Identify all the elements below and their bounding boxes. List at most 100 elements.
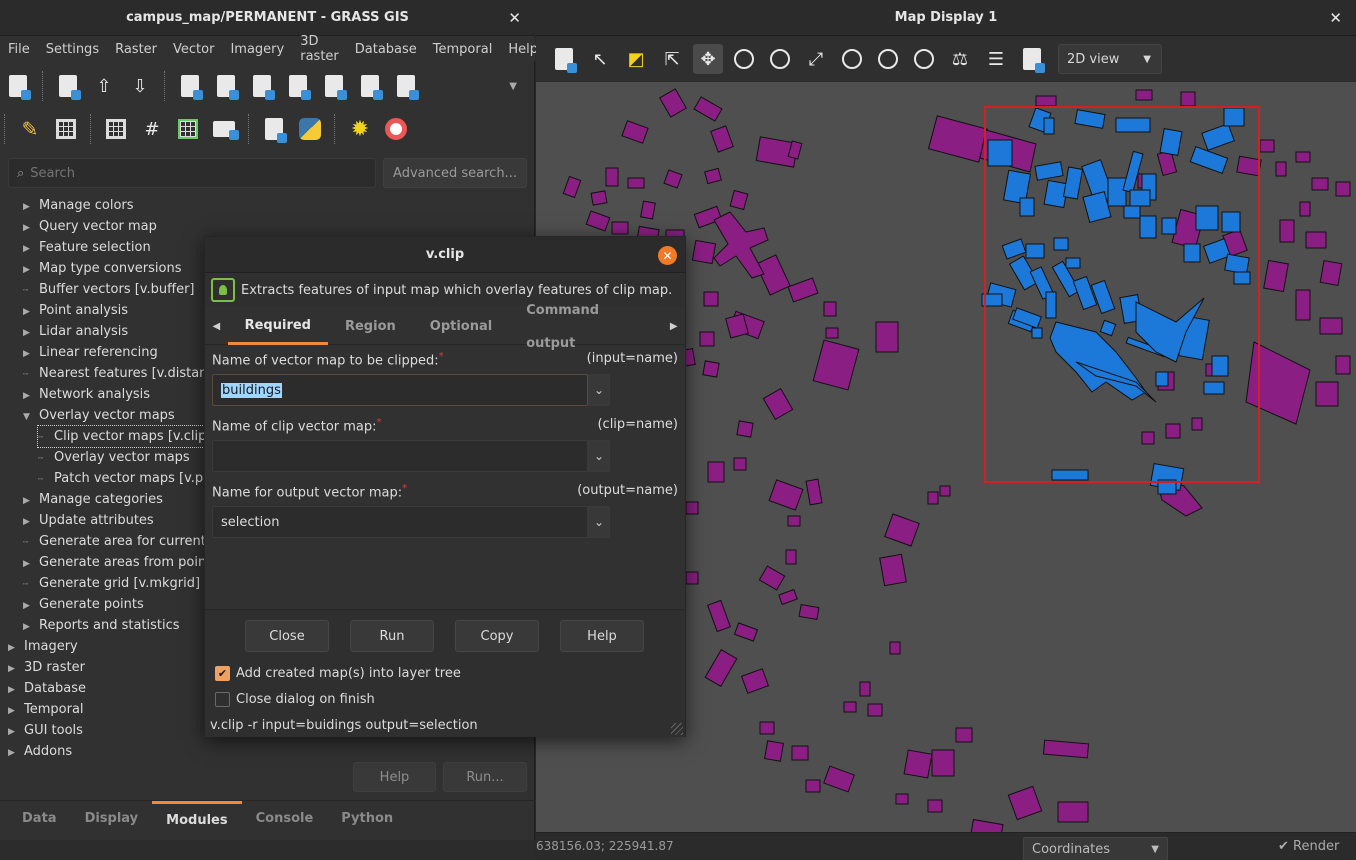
- collapsed-arrow-icon[interactable]: ▶: [23, 344, 35, 365]
- input-map-field[interactable]: buildings: [212, 374, 588, 406]
- collapsed-arrow-icon[interactable]: ▶: [8, 638, 20, 659]
- render-checkbox[interactable]: ✔ Render: [1278, 839, 1339, 854]
- tree-item[interactable]: ▶ Addons: [8, 741, 72, 762]
- tree-item[interactable]: ▶ Imagery: [8, 636, 78, 657]
- checkbox-checked[interactable]: ✔: [215, 666, 230, 681]
- collapsed-arrow-icon[interactable]: ▶: [23, 617, 35, 638]
- python-icon[interactable]: [295, 114, 325, 144]
- output-map-field[interactable]: selection: [212, 506, 588, 538]
- collapsed-arrow-icon[interactable]: ▶: [23, 323, 35, 344]
- collapsed-arrow-icon[interactable]: ▶: [8, 701, 20, 722]
- render-map-icon[interactable]: [549, 44, 579, 74]
- attribute-table-icon[interactable]: [51, 114, 81, 144]
- georectify-icon[interactable]: #: [137, 114, 167, 144]
- pointer-icon[interactable]: ↖: [585, 44, 615, 74]
- new-workspace-icon[interactable]: [53, 71, 83, 101]
- collapsed-arrow-icon[interactable]: ▶: [23, 197, 35, 218]
- collapsed-arrow-icon[interactable]: ▶: [23, 239, 35, 260]
- tab-python[interactable]: Python: [327, 801, 407, 840]
- chevron-down-icon[interactable]: ⌄: [588, 506, 610, 538]
- help-lifebuoy-icon[interactable]: [381, 114, 411, 144]
- menu-file[interactable]: File: [0, 42, 38, 57]
- chevron-down-icon[interactable]: ⌄: [588, 440, 610, 472]
- raster-calculator-icon[interactable]: [101, 114, 131, 144]
- add-layer-icon[interactable]: [175, 71, 205, 101]
- collapsed-arrow-icon[interactable]: ▶: [23, 554, 35, 575]
- remove-layer-icon[interactable]: [391, 71, 421, 101]
- zoom-back-icon[interactable]: [873, 44, 903, 74]
- zoom-out-icon[interactable]: [765, 44, 795, 74]
- collapsed-arrow-icon[interactable]: ▶: [23, 302, 35, 323]
- copy-button[interactable]: Copy: [455, 620, 539, 652]
- tree-item[interactable]: ┈ Buffer vectors [v.buffer]: [23, 279, 194, 300]
- collapsed-arrow-icon[interactable]: ▶: [23, 491, 35, 512]
- menu-imagery[interactable]: Imagery: [222, 42, 292, 57]
- query-icon[interactable]: ⇱: [657, 44, 687, 74]
- add-multiple-raster-icon[interactable]: [247, 71, 277, 101]
- save-workspace-icon[interactable]: ⇩: [125, 71, 155, 101]
- tree-item[interactable]: ▶ Temporal: [8, 699, 84, 720]
- collapsed-arrow-icon[interactable]: ▶: [8, 659, 20, 680]
- tree-item[interactable]: ▶ Network analysis: [23, 384, 150, 405]
- tree-item[interactable]: ▶ Generate areas from points: [23, 552, 218, 573]
- close-button[interactable]: Close: [245, 620, 329, 652]
- clip-map-field[interactable]: [212, 440, 588, 472]
- tree-item[interactable]: ┈ Nearest features [v.distance]: [23, 363, 228, 384]
- add-to-layer-tree-option[interactable]: ✔ Add created map(s) into layer tree: [215, 666, 461, 681]
- map-composer-icon[interactable]: [209, 114, 239, 144]
- add-overlay-icon[interactable]: ☰: [981, 44, 1011, 74]
- tree-item[interactable]: ▶ Generate points: [23, 594, 144, 615]
- status-mode-select[interactable]: Coordinates ▼: [1023, 837, 1168, 860]
- save-display-icon[interactable]: [1017, 44, 1047, 74]
- close-on-finish-option[interactable]: Close dialog on finish: [215, 692, 375, 707]
- tab-region[interactable]: Region: [328, 310, 413, 343]
- collapsed-arrow-icon[interactable]: ▶: [23, 512, 35, 533]
- advanced-search-button[interactable]: Advanced search...: [383, 158, 527, 188]
- toolbar-overflow-icon[interactable]: ▼: [509, 81, 517, 92]
- add-raster-icon[interactable]: [211, 71, 241, 101]
- open-workspace-icon[interactable]: ⇧: [89, 71, 119, 101]
- menu-temporal[interactable]: Temporal: [425, 42, 501, 57]
- resize-grip-icon[interactable]: [671, 723, 683, 735]
- graphical-modeler-icon[interactable]: [173, 114, 203, 144]
- settings-gear-icon[interactable]: ✹: [345, 114, 375, 144]
- collapsed-arrow-icon[interactable]: ▶: [8, 722, 20, 743]
- edit-vector-icon[interactable]: ✎: [15, 114, 45, 144]
- menu-raster[interactable]: Raster: [107, 42, 165, 57]
- tab-data[interactable]: Data: [8, 801, 71, 840]
- dialog-close-icon[interactable]: ✕: [658, 246, 677, 265]
- collapsed-arrow-icon[interactable]: ▶: [8, 743, 20, 764]
- tree-item[interactable]: ▶ Update attributes: [23, 510, 154, 531]
- help-button[interactable]: Help: [560, 620, 644, 652]
- collapsed-arrow-icon[interactable]: ▶: [23, 218, 35, 239]
- tree-item[interactable]: ▶ Reports and statistics: [23, 615, 180, 636]
- checkbox-unchecked[interactable]: [215, 692, 230, 707]
- tab-scroll-right-icon[interactable]: ▶: [662, 321, 685, 332]
- collapsed-arrow-icon[interactable]: ▶: [23, 386, 35, 407]
- tree-item[interactable]: ▶ 3D raster: [8, 657, 85, 678]
- tab-modules[interactable]: Modules: [152, 801, 242, 840]
- menu-3d-raster[interactable]: 3D raster: [292, 34, 347, 64]
- tree-item[interactable]: ┈ Generate grid [v.mkgrid]: [23, 573, 200, 594]
- close-window-button[interactable]: ✕: [508, 9, 521, 27]
- zoom-menu-icon[interactable]: [909, 44, 939, 74]
- tab-console[interactable]: Console: [242, 801, 328, 840]
- tree-item[interactable]: ▶ Map type conversions: [23, 258, 181, 279]
- expanded-arrow-icon[interactable]: ▼: [23, 407, 35, 428]
- tree-item[interactable]: ▶ Point analysis: [23, 300, 128, 321]
- zoom-extent-icon[interactable]: ⤢: [801, 44, 831, 74]
- tree-item[interactable]: ▶ Feature selection: [23, 237, 151, 258]
- zoom-in-icon[interactable]: [729, 44, 759, 74]
- tree-item[interactable]: ▶ Query vector map: [23, 216, 157, 237]
- new-display-icon[interactable]: [3, 71, 33, 101]
- module-search[interactable]: ⌕: [8, 158, 376, 188]
- tree-item[interactable]: ▶ Linear referencing: [23, 342, 158, 363]
- zoom-region-icon[interactable]: [837, 44, 867, 74]
- tree-item[interactable]: ▶ GUI tools: [8, 720, 83, 741]
- menu-database[interactable]: Database: [347, 42, 425, 57]
- pan-icon[interactable]: ✥: [693, 44, 723, 74]
- script-icon[interactable]: [259, 114, 289, 144]
- help-button[interactable]: Help: [353, 762, 436, 792]
- tree-item[interactable]: ▶ Manage colors: [23, 195, 134, 216]
- tab-command-output[interactable]: Command output: [509, 294, 662, 360]
